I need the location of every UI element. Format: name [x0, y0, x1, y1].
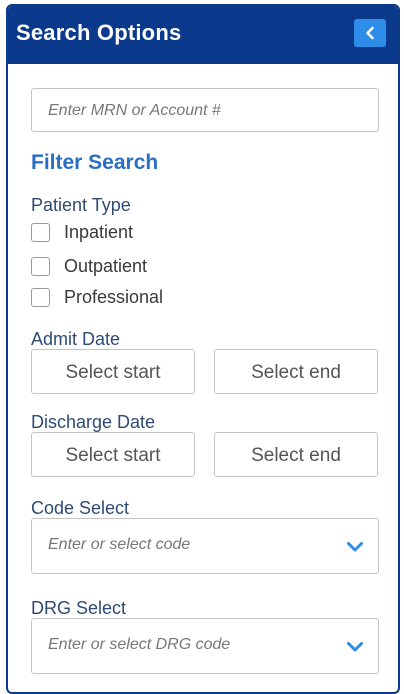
professional-label: Professional [64, 287, 164, 307]
mrn-search-placeholder: Enter MRN or Account # [48, 102, 221, 119]
discharge-end-date-input[interactable]: Select end [214, 432, 378, 477]
drg-select-placeholder: Enter or select DRG code [48, 636, 231, 653]
admit-end-date-input[interactable]: Select end [214, 349, 378, 394]
panel-header: Search Options [8, 6, 398, 64]
filter-search-title: Filter Search [31, 151, 159, 174]
collapse-panel-button[interactable] [354, 19, 386, 47]
admit-date-label: Admit Date [31, 329, 121, 349]
discharge-end-placeholder: Select end [251, 445, 341, 466]
admit-start-date-input[interactable]: Select start [31, 349, 195, 394]
outpatient-label: Outpatient [64, 256, 148, 276]
checkbox-inpatient[interactable]: Inpatient [31, 222, 133, 243]
code-select-placeholder: Enter or select code [48, 536, 191, 553]
chevron-down-icon [347, 542, 363, 552]
chevron-left-icon [366, 26, 374, 40]
drg-select-label: DRG Select [31, 598, 127, 618]
discharge-date-label: Discharge Date [31, 412, 156, 432]
code-select-label: Code Select [31, 498, 130, 518]
drg-select-dropdown[interactable]: Enter or select DRG code [31, 618, 379, 674]
mrn-search-input[interactable]: Enter MRN or Account # [31, 88, 379, 132]
checkbox-outpatient[interactable]: Outpatient [31, 256, 147, 277]
chevron-down-icon [347, 642, 363, 652]
discharge-start-date-input[interactable]: Select start [31, 432, 195, 477]
inpatient-label: Inpatient [64, 222, 134, 242]
patient-type-label: Patient Type [31, 195, 131, 215]
inpatient-checkbox[interactable] [31, 223, 50, 242]
professional-checkbox[interactable] [31, 288, 50, 307]
checkbox-professional[interactable]: Professional [31, 287, 163, 308]
admit-start-placeholder: Select start [65, 362, 161, 383]
code-select-dropdown[interactable]: Enter or select code [31, 518, 379, 574]
outpatient-checkbox[interactable] [31, 257, 50, 276]
search-options-panel: Search Options Enter MRN or Account # Fi… [6, 4, 400, 694]
panel-title: Search Options [16, 20, 182, 45]
admit-end-placeholder: Select end [251, 362, 341, 383]
discharge-start-placeholder: Select start [65, 445, 161, 466]
